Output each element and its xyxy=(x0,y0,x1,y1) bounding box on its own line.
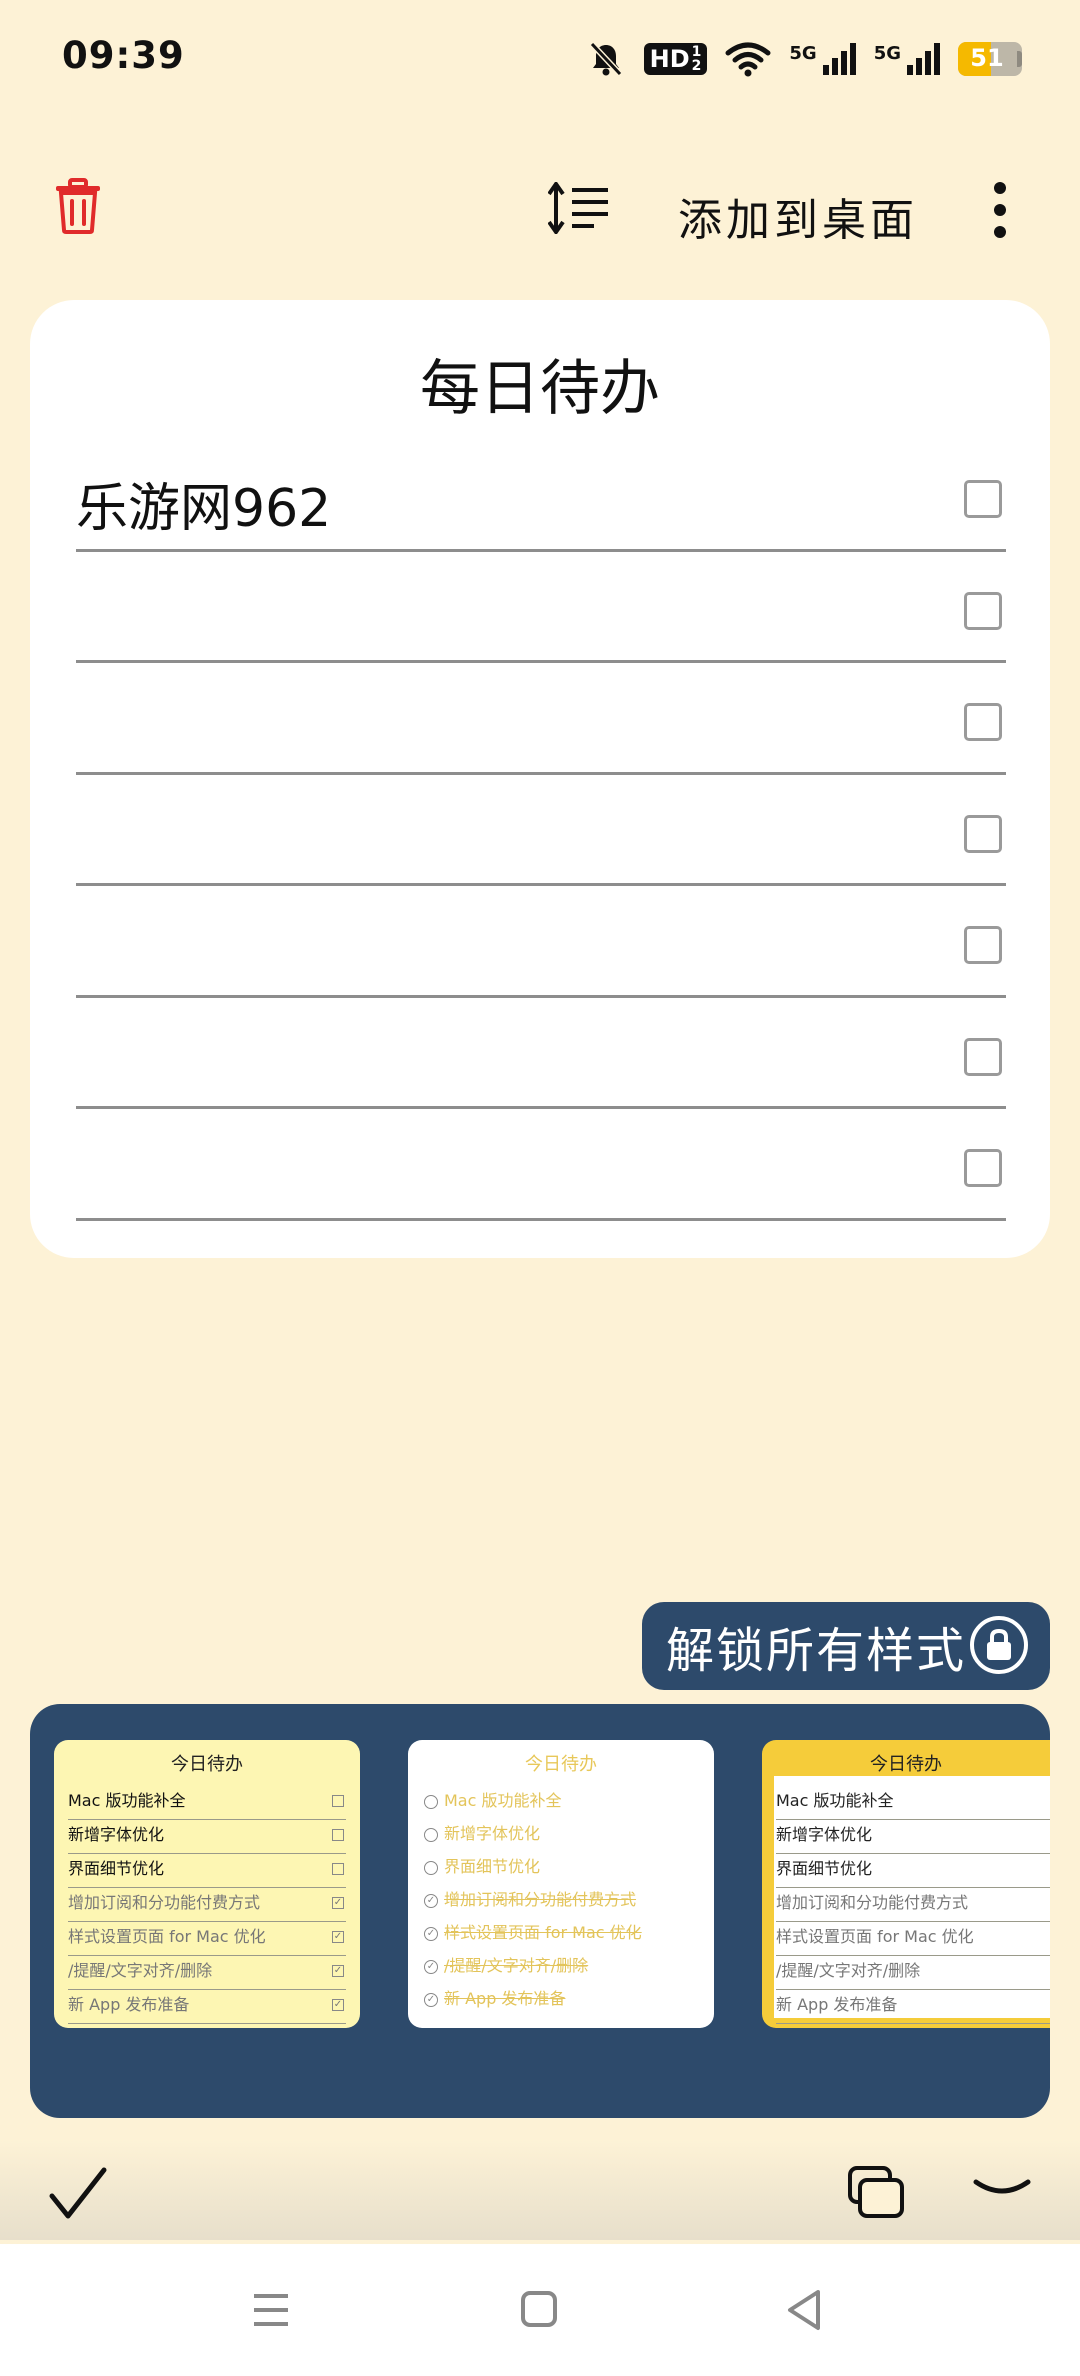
trash-icon[interactable] xyxy=(54,178,102,234)
signal-5g-icon: 5G xyxy=(789,43,856,75)
todo-checkbox[interactable] xyxy=(964,1037,1002,1076)
checkbox-icon xyxy=(332,1863,344,1875)
template-list: Mac 版功能补全 新增字体优化 界面细节优化 增加订阅和分功能付费方式 样式设… xyxy=(776,1786,1050,2024)
toolbar: 添加到桌面 xyxy=(0,160,1080,260)
check-circle-icon: ✓ xyxy=(424,1960,438,1974)
status-bar: 09:39 HD 1 2 5G 5G 51 xyxy=(0,0,1080,110)
copy-windows-icon[interactable] xyxy=(846,2164,906,2220)
todo-row[interactable] xyxy=(76,998,1006,1109)
home-icon[interactable] xyxy=(520,2290,558,2328)
checkbox-icon xyxy=(332,1829,344,1841)
template-item: 界面细节优化 xyxy=(422,1852,700,1885)
template-title: 今日待办 xyxy=(171,1754,243,1775)
checked-box-icon: ✓ xyxy=(332,1999,344,2011)
todo-row[interactable] xyxy=(76,552,1006,663)
todo-row[interactable] xyxy=(76,775,1006,886)
todo-row[interactable] xyxy=(76,1109,1006,1221)
collapse-chevron-icon[interactable] xyxy=(972,2174,1032,2204)
hd-label: HD xyxy=(649,45,690,73)
template-title: 今日待办 xyxy=(870,1754,942,1775)
template-item: 新增字体优化 xyxy=(422,1819,700,1852)
template-item: Mac 版功能补全 xyxy=(422,1786,700,1819)
hd-icon: HD 1 2 xyxy=(643,43,708,75)
template-item: 新 App 发布准备 xyxy=(776,1990,1050,2024)
checkmark-icon[interactable] xyxy=(48,2164,108,2224)
template-item: /提醒/文字对齐/删除 xyxy=(776,1956,1050,1990)
todo-text[interactable]: 乐游网962 xyxy=(76,466,331,541)
todo-checkbox[interactable] xyxy=(964,703,1002,741)
todo-checkbox[interactable] xyxy=(964,591,1002,630)
template-item: 增加订阅和分功能付费方式 xyxy=(776,1888,1050,1922)
hd-sub-bottom: 2 xyxy=(691,58,702,74)
signal-bars-2 xyxy=(907,43,940,75)
wifi-icon xyxy=(725,42,771,77)
template-item: 样式设置页面 for Mac 优化 xyxy=(776,1922,1050,1956)
hd-sub: 1 2 xyxy=(692,45,702,73)
template-title: 今日待办 xyxy=(525,1754,597,1775)
checked-box-icon: ✓ xyxy=(332,1931,344,1943)
circle-icon xyxy=(424,1861,438,1875)
style-template-yellow[interactable]: 今日待办 Mac 版功能补全 新增字体优化 界面细节优化 增加订阅和分功能付费方… xyxy=(54,1740,360,2028)
todo-checkbox[interactable] xyxy=(964,1149,1002,1187)
template-item: 新 App 发布准备 ✓ xyxy=(68,1990,346,2024)
template-item: 新增字体优化 xyxy=(776,1820,1050,1854)
signal-5g-icon: 5G xyxy=(874,43,940,75)
todo-list: 乐游网962 xyxy=(76,440,1006,1221)
net-label-1: 5G xyxy=(789,43,817,64)
signal-bars-1 xyxy=(822,43,856,75)
status-icons: HD 1 2 5G 5G 51 xyxy=(586,34,1022,84)
sort-lines-icon[interactable] xyxy=(548,182,610,234)
todo-checkbox[interactable] xyxy=(964,926,1002,964)
template-item: Mac 版功能补全 xyxy=(776,1786,1050,1820)
template-list: Mac 版功能补全 新增字体优化 界面细节优化 ✓ 增加订阅和分功能付费方式 ✓ 样… xyxy=(422,1786,700,2017)
todo-row[interactable] xyxy=(76,886,1006,998)
system-nav-bar xyxy=(0,2244,1080,2376)
note-title[interactable]: 每日待办 xyxy=(30,340,1050,427)
unlock-all-styles-button[interactable]: 解锁所有样式 xyxy=(642,1602,1050,1690)
template-item: ✓ 样式设置页面 for Mac 优化 xyxy=(422,1918,700,1951)
circle-icon xyxy=(424,1828,438,1842)
todo-row[interactable] xyxy=(76,663,1006,775)
battery-percent: 51 xyxy=(970,44,1004,72)
unlock-label: 解锁所有样式 xyxy=(666,1623,967,1679)
template-list: Mac 版功能补全 新增字体优化 界面细节优化 增加订阅和分功能付费方式 ✓ 样式… xyxy=(68,1786,346,2024)
hd-sub-top: 1 xyxy=(691,44,702,60)
checkbox-icon xyxy=(332,1795,344,1807)
template-item: /提醒/文字对齐/删除 ✓ xyxy=(68,1956,346,1990)
back-icon[interactable] xyxy=(784,2288,824,2332)
todo-checkbox[interactable] xyxy=(964,814,1002,853)
template-item: 界面细节优化 xyxy=(776,1854,1050,1888)
checked-box-icon: ✓ xyxy=(332,1965,344,1977)
add-to-desktop-button[interactable]: 添加到桌面 xyxy=(678,184,918,248)
status-time: 09:39 xyxy=(62,34,185,77)
bell-muted-icon xyxy=(589,41,622,77)
template-item: 增加订阅和分功能付费方式 ✓ xyxy=(68,1888,346,1922)
template-item: 界面细节优化 xyxy=(68,1854,346,1888)
lock-icon xyxy=(970,1616,1028,1674)
net-label-2: 5G xyxy=(873,43,901,64)
template-item: 样式设置页面 for Mac 优化 ✓ xyxy=(68,1922,346,1956)
template-item: ✓/提醒/文字对齐/删除 xyxy=(422,1951,700,1984)
style-template-white[interactable]: 今日待办 Mac 版功能补全 新增字体优化 界面细节优化 ✓ 增加订阅和分功能付费… xyxy=(408,1740,714,2028)
template-item: ✓ 增加订阅和分功能付费方式 xyxy=(422,1885,700,1918)
todo-checkbox[interactable] xyxy=(964,480,1002,518)
style-template-gold[interactable]: 今日待办 Mac 版功能补全 新增字体优化 界面细节优化 增加订阅和分功能付费方… xyxy=(762,1740,1050,2028)
note-card: 每日待办 乐游网962 xyxy=(30,300,1050,1258)
styles-panel: 今日待办 Mac 版功能补全 新增字体优化 界面细节优化 增加订阅和分功能付费方… xyxy=(30,1704,1050,2118)
circle-icon xyxy=(424,1795,438,1809)
template-item: ✓ 新 App 发布准备 xyxy=(422,1984,700,2017)
check-circle-icon: ✓ xyxy=(424,1894,438,1908)
template-item: 新增字体优化 xyxy=(68,1820,346,1854)
checked-box-icon: ✓ xyxy=(332,1897,344,1909)
bottom-toolbar xyxy=(0,2140,1080,2240)
battery-icon: 51 xyxy=(958,42,1022,76)
todo-row[interactable]: 乐游网962 xyxy=(76,440,1006,552)
template-item: Mac 版功能补全 xyxy=(68,1786,346,1820)
check-circle-icon: ✓ xyxy=(424,1993,438,2007)
check-circle-icon: ✓ xyxy=(424,1927,438,1941)
menu-icon[interactable] xyxy=(252,2292,290,2328)
more-vertical-icon[interactable] xyxy=(988,180,1012,240)
